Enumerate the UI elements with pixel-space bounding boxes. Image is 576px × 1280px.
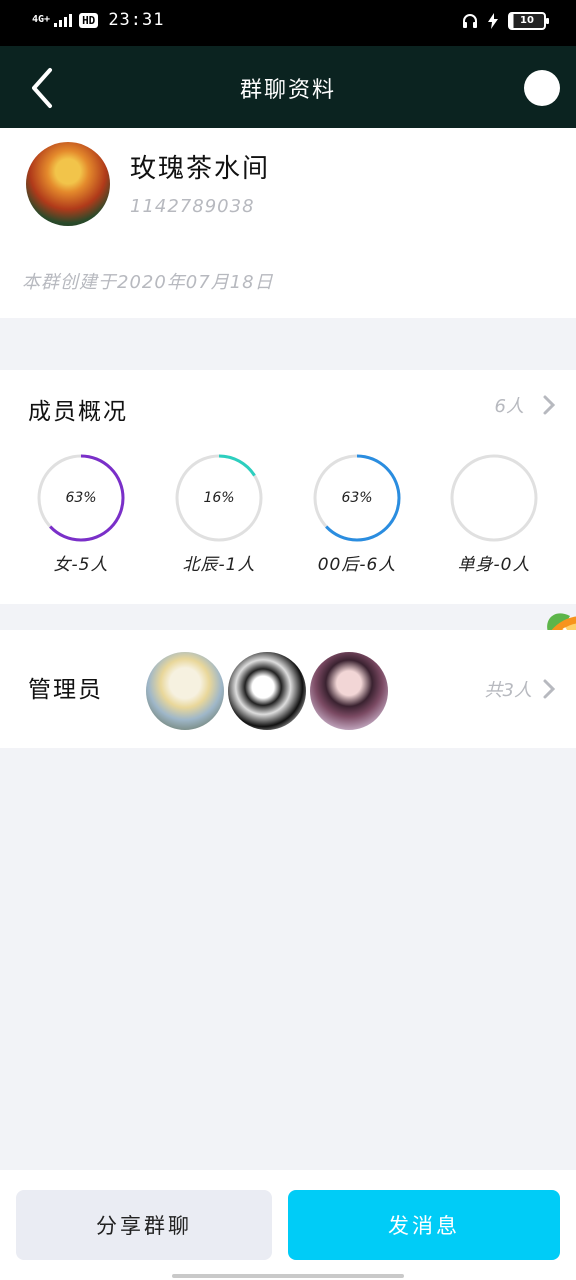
stat-post00: 63% 00后-6人 [292,452,422,575]
stat-female: 63% 女-5人 [16,452,146,575]
hd-badge: HD [79,12,99,28]
admin-avatar[interactable] [308,650,390,732]
signal-icon [54,13,73,27]
stat-single: 单身-0人 [429,452,559,575]
admin-card[interactable]: 管理员 共3人 [0,630,576,748]
group-name: 玫瑰茶水间 [130,154,271,184]
group-id: 1142789038 [130,196,255,217]
chevron-right-icon[interactable] [542,394,556,416]
status-bar: 4G+ HD 23:31 10 [0,0,576,46]
admin-avatar[interactable] [226,650,308,732]
battery-level: 10 [520,15,534,26]
send-message-button[interactable]: 发消息 [288,1190,560,1260]
group-created-date: 本群创建于2020年07月18日 [22,272,274,293]
stat-percent: 63% [341,490,373,506]
stat-label: 单身-0人 [457,555,531,575]
group-avatar[interactable] [26,142,110,226]
bottom-action-bar: 分享群聊 发消息 [0,1170,576,1280]
headphones-icon [463,14,477,28]
stat-label: 北辰-1人 [182,555,256,575]
top-nav-bar: 群聊资料 [0,46,576,128]
admin-avatar[interactable] [144,650,226,732]
stat-percent: 16% [203,490,235,506]
page-title: 群聊资料 [239,78,336,103]
member-count: 6人 [494,396,524,417]
clock: 23:31 [108,10,165,30]
share-group-button[interactable]: 分享群聊 [16,1190,272,1260]
stat-beichen: 16% 北辰-1人 [154,452,284,575]
more-menu-button[interactable] [524,70,560,106]
stat-percent: 63% [65,490,97,506]
admin-count: 共3人 [484,680,532,701]
chevron-right-icon[interactable] [542,678,556,700]
group-info-card[interactable]: 玫瑰茶水间 1142789038 本群创建于2020年07月18日 [0,128,576,318]
member-overview-card[interactable]: 成员概况 6人 63% 女-5人 16% 北辰-1人 63% 00后-6人 单身… [0,370,576,604]
home-indicator[interactable] [172,1274,404,1278]
ring-chart-single [450,454,538,542]
stat-label: 女-5人 [53,555,109,575]
battery-icon: 10 [508,12,549,30]
admin-title: 管理员 [28,677,103,703]
network-type: 4G+ [32,14,51,25]
charging-icon [488,13,498,29]
member-stats: 63% 女-5人 16% 北辰-1人 63% 00后-6人 单身-0人 [0,452,576,592]
stat-label: 00后-6人 [317,555,397,575]
member-overview-title: 成员概况 [28,399,128,425]
